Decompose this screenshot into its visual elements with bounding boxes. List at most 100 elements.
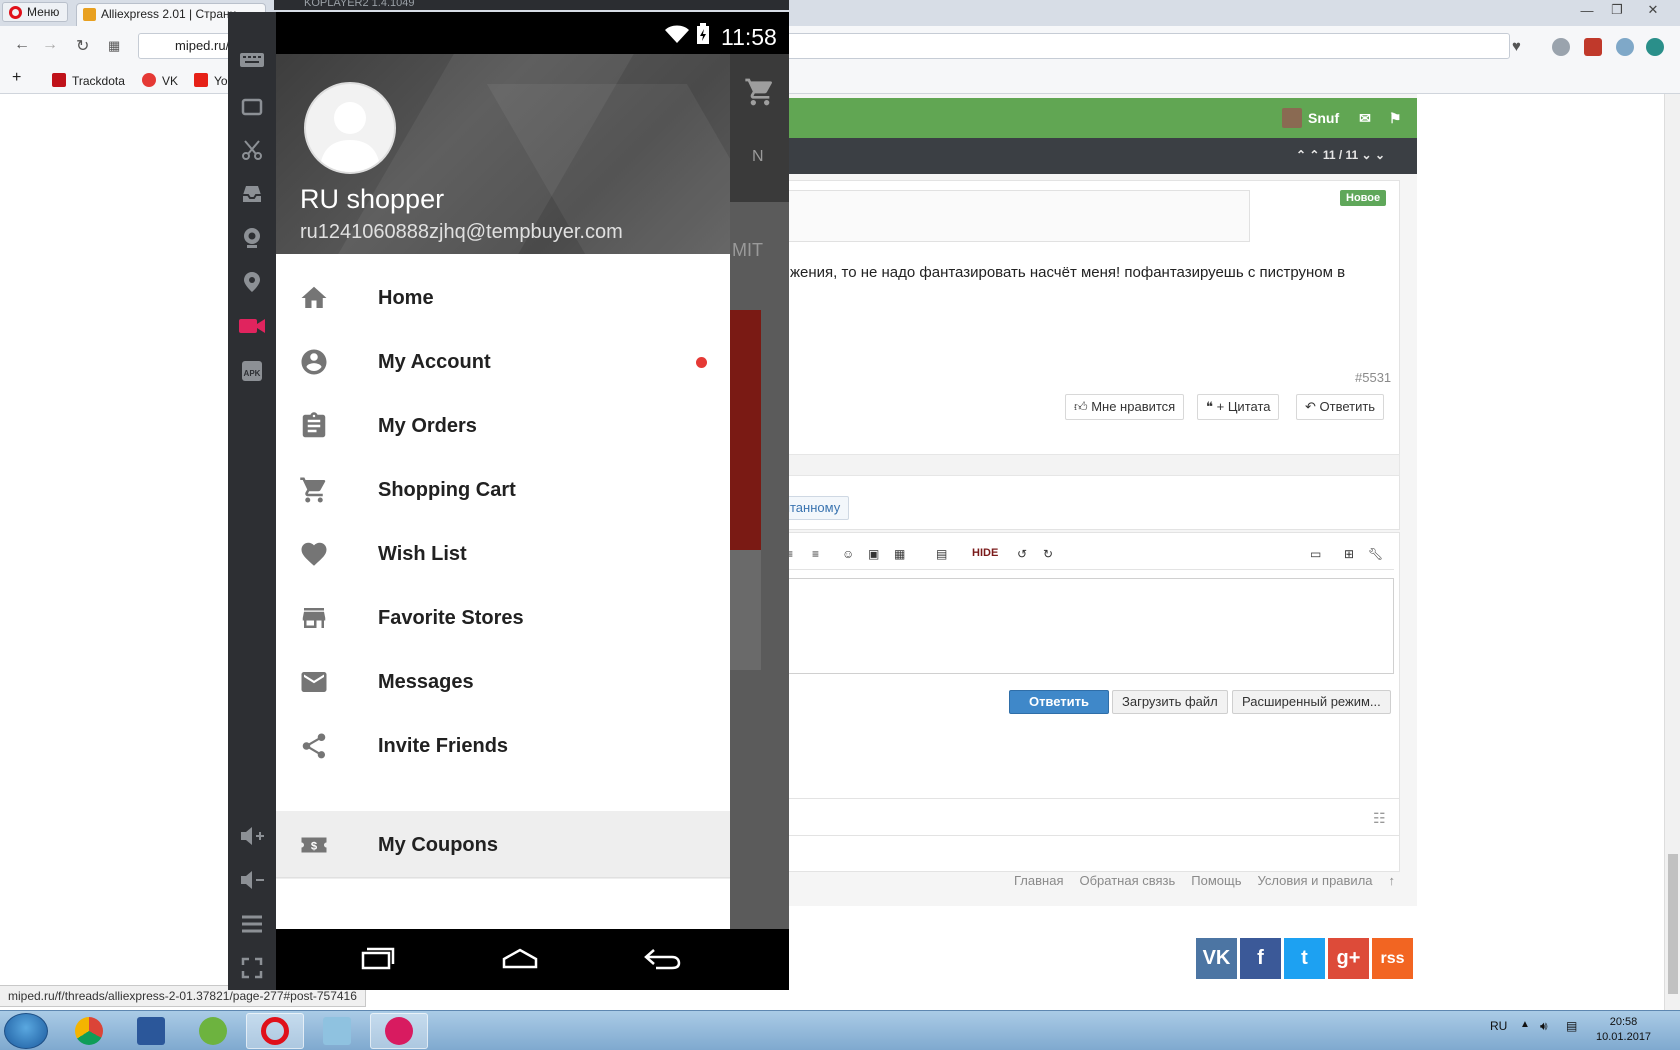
submit-reply-button[interactable]: Ответить bbox=[1009, 690, 1109, 714]
drawer-item-my-coupons[interactable]: $ My Coupons bbox=[276, 811, 730, 879]
post-separator bbox=[760, 454, 1400, 476]
start-button[interactable] bbox=[4, 1013, 48, 1049]
drawer-item-favorite-stores[interactable]: Favorite Stores bbox=[276, 584, 730, 652]
quote-button[interactable]: ❝ + Цитата bbox=[1197, 394, 1280, 420]
googleplus-social-icon[interactable]: g+ bbox=[1328, 938, 1369, 979]
keyboard-icon[interactable] bbox=[238, 46, 266, 74]
globe-extension-icon[interactable] bbox=[1552, 38, 1570, 56]
account-icon bbox=[298, 346, 330, 378]
apk-install-icon[interactable]: APK bbox=[238, 356, 266, 384]
bookmark-heart-icon[interactable]: ♥ bbox=[1512, 38, 1521, 55]
footer-link-feedback[interactable]: Обратная связь bbox=[1079, 873, 1175, 888]
first-page-icon[interactable]: ⌃ bbox=[1296, 148, 1306, 162]
hide-tag-button[interactable]: HIDE bbox=[972, 547, 998, 559]
footer-link-terms[interactable]: Условия и правила bbox=[1257, 873, 1372, 888]
taskbar-notepad[interactable] bbox=[308, 1013, 366, 1049]
user-menu[interactable]: Snuf ✉ ⚑ bbox=[1282, 108, 1401, 128]
taskbar-opera[interactable] bbox=[246, 1013, 304, 1049]
scissors-icon[interactable] bbox=[238, 136, 266, 164]
android-nav-bar bbox=[276, 929, 789, 990]
drawer-item-my-orders[interactable]: My Orders bbox=[276, 392, 730, 460]
volume-down-icon[interactable] bbox=[238, 866, 266, 894]
footer-link-help[interactable]: Помощь bbox=[1191, 873, 1241, 888]
minimize-icon[interactable]: — bbox=[1570, 0, 1604, 20]
menu-lines-icon[interactable] bbox=[238, 910, 266, 938]
sitemap-icon[interactable]: ☷ bbox=[1373, 810, 1386, 827]
image-icon[interactable]: ▣ bbox=[868, 547, 879, 561]
save-draft-icon[interactable]: ▤ bbox=[936, 547, 947, 561]
network-tray-icon[interactable]: ▤ bbox=[1566, 1019, 1577, 1033]
drawer-item-invite-friends[interactable]: Invite Friends bbox=[276, 712, 730, 780]
expand-icon[interactable]: ⊞ bbox=[1344, 547, 1354, 561]
twitter-social-icon[interactable]: t bbox=[1284, 938, 1325, 979]
recent-apps-icon[interactable] bbox=[358, 943, 398, 973]
taskbar-utorrent[interactable] bbox=[184, 1013, 242, 1049]
volume-up-icon[interactable] bbox=[238, 822, 266, 850]
close-window-icon[interactable]: ✕ bbox=[1636, 0, 1670, 20]
webcam-icon[interactable] bbox=[238, 224, 266, 252]
user-avatar-large[interactable] bbox=[304, 82, 396, 174]
flag-icon[interactable]: ⚑ bbox=[1389, 110, 1402, 127]
bookmark-trackdota[interactable]: Trackdota bbox=[52, 73, 125, 88]
drawer-item-messages[interactable]: Messages bbox=[276, 648, 730, 716]
vpn-extension-icon[interactable] bbox=[1646, 38, 1664, 56]
next-page-icon[interactable]: ⌄ bbox=[1362, 148, 1372, 162]
reply-textarea[interactable] bbox=[770, 578, 1394, 674]
video-record-icon[interactable] bbox=[238, 312, 266, 340]
ublock-extension-icon[interactable] bbox=[1584, 38, 1602, 56]
post-number-link[interactable]: #5531 bbox=[1355, 370, 1391, 385]
rotate-screen-icon[interactable] bbox=[238, 92, 266, 120]
inbox-icon[interactable] bbox=[238, 180, 266, 208]
envelope-icon[interactable]: ✉ bbox=[1359, 110, 1371, 127]
eraser-icon[interactable]: ▭ bbox=[1310, 547, 1321, 561]
page-navigator[interactable]: ⌃ ⌃ 11 / 11 ⌄ ⌄ bbox=[1296, 148, 1385, 162]
share-icon bbox=[298, 730, 330, 762]
opera-menu-button[interactable]: Меню bbox=[2, 2, 69, 22]
system-clock[interactable]: 20:58 10.01.2017 bbox=[1596, 1015, 1651, 1045]
bookmark-vk[interactable]: VK bbox=[142, 73, 178, 88]
forward-icon[interactable]: → bbox=[42, 36, 58, 54]
back-icon[interactable]: ← bbox=[14, 36, 30, 54]
footer-link-home[interactable]: Главная bbox=[1014, 873, 1063, 888]
cart-toolbar-icon[interactable] bbox=[744, 76, 776, 108]
last-page-icon[interactable]: ⌄ bbox=[1375, 148, 1385, 162]
volume-tray-icon[interactable]: 🔊︎ bbox=[1540, 1019, 1548, 1034]
home-nav-icon[interactable] bbox=[500, 943, 540, 973]
back-nav-icon[interactable] bbox=[642, 943, 682, 973]
outdent-icon[interactable]: ≡ bbox=[812, 547, 819, 561]
reload-icon[interactable]: ↻ bbox=[76, 36, 89, 56]
upload-file-button[interactable]: Загрузить файл bbox=[1112, 690, 1228, 714]
like-button[interactable]: 👍︎ Мне нравится bbox=[1065, 394, 1185, 420]
undo-icon[interactable]: ↺ bbox=[1017, 547, 1027, 561]
scroll-top-icon[interactable]: ↑ bbox=[1389, 873, 1396, 888]
editor-toolbar: ≡ ≡ ☺ ▣ ▦ ▤ HIDE ↺ ↻ ▭ ⊞ 🔧︎ bbox=[770, 540, 1394, 570]
language-indicator[interactable]: RU bbox=[1490, 1019, 1507, 1033]
vk-social-icon[interactable]: VK bbox=[1196, 938, 1237, 979]
bookmark-youtube[interactable]: Yo bbox=[194, 73, 228, 88]
restore-icon[interactable]: ❐ bbox=[1600, 0, 1634, 20]
facebook-social-icon[interactable]: f bbox=[1240, 938, 1281, 979]
drawer-item-my-account[interactable]: My Account bbox=[276, 328, 730, 396]
reply-button[interactable]: ↶ Ответить bbox=[1296, 394, 1385, 420]
wrench-icon[interactable]: 🔧︎ bbox=[1368, 547, 1383, 561]
smiley-icon[interactable]: ☺ bbox=[842, 547, 854, 561]
page-scrollbar[interactable] bbox=[1664, 94, 1680, 1010]
drawer-item-shopping-cart[interactable]: Shopping Cart bbox=[276, 456, 730, 524]
location-icon[interactable] bbox=[238, 268, 266, 296]
redo-icon[interactable]: ↻ bbox=[1043, 547, 1053, 561]
drawer-item-wish-list[interactable]: Wish List bbox=[276, 520, 730, 588]
add-bookmark-icon[interactable]: + bbox=[12, 69, 21, 87]
extension-icon[interactable] bbox=[1616, 38, 1634, 56]
fullscreen-icon[interactable] bbox=[238, 954, 266, 982]
taskbar-word[interactable] bbox=[122, 1013, 180, 1049]
drawer-item-home[interactable]: Home bbox=[276, 264, 730, 332]
taskbar-koplayer[interactable] bbox=[370, 1013, 428, 1049]
scrollbar-thumb[interactable] bbox=[1668, 854, 1678, 994]
prev-page-icon[interactable]: ⌃ bbox=[1309, 148, 1319, 162]
advanced-mode-button[interactable]: Расширенный режим... bbox=[1232, 690, 1391, 714]
tray-expand-icon[interactable]: ▲ bbox=[1520, 1019, 1530, 1030]
rss-social-icon[interactable]: rss bbox=[1372, 938, 1413, 979]
taskbar-chrome[interactable] bbox=[60, 1013, 118, 1049]
speed-dial-icon[interactable]: ▦ bbox=[108, 38, 120, 54]
media-icon[interactable]: ▦ bbox=[894, 547, 905, 561]
